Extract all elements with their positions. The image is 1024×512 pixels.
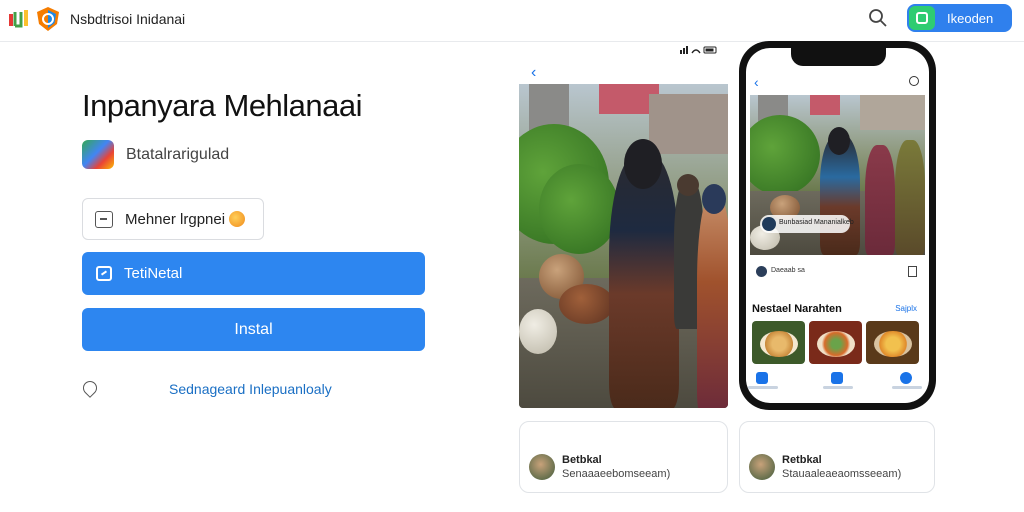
food-thumbnail[interactable] <box>752 321 805 364</box>
review-card-2[interactable]: Retbkal Stauaaleaeaomsseeam) <box>739 421 935 493</box>
search-icon[interactable] <box>868 8 888 28</box>
header-open-button[interactable]: Ikeoden <box>907 4 1012 32</box>
bottom-nav <box>746 368 929 396</box>
market-photo <box>519 84 728 408</box>
brand-logo-icon[interactable] <box>8 8 30 28</box>
app-launch-icon <box>909 6 935 30</box>
app-header: Nsbdtrisoi Inidanai Ikeoden <box>0 0 1024 42</box>
avatar <box>749 454 775 480</box>
section-title: Nestael Narahten <box>752 303 842 315</box>
review-author: Betbkal <box>562 454 602 466</box>
site-title[interactable]: Nsbdtrisoi Inidanai <box>70 11 185 27</box>
bookmark-icon[interactable] <box>908 266 917 277</box>
secondary-action-button[interactable]: Mehner lrgpnei <box>82 198 264 240</box>
phone-notch <box>791 48 886 66</box>
screenshot-1[interactable]: ‹ <box>519 42 728 408</box>
explore-icon[interactable] <box>831 372 843 384</box>
review-card-1[interactable]: Betbkal Senaaaeebomseeam) <box>519 421 728 493</box>
nav-label <box>892 386 922 389</box>
shield-icon <box>37 7 59 31</box>
author-avatar <box>762 217 776 231</box>
food-thumbnail[interactable] <box>809 321 862 364</box>
avatar <box>529 454 555 480</box>
market-photo: Bunbasiad Mananialkeb <box>750 95 925 255</box>
phone-screen: ‹ Bunbasiad Mananialkeb Daeaab sa Nestae… <box>746 48 929 403</box>
emoji-icon <box>229 211 245 227</box>
home-icon[interactable] <box>756 372 768 384</box>
review-author: Retbkal <box>782 454 822 466</box>
profile-icon[interactable] <box>900 372 912 384</box>
primary-action-button[interactable]: TetiNetal <box>82 252 425 295</box>
review-subtitle: Stauaaleaeaomsseeam) <box>782 468 902 480</box>
app-title: Inpanyara Mehlanaai <box>82 88 363 123</box>
nav-label <box>823 386 853 389</box>
phone-mockup[interactable]: ‹ Bunbasiad Mananialkeb Daeaab sa Nestae… <box>739 41 936 410</box>
minus-square-icon <box>95 211 113 228</box>
author-avatar <box>756 266 767 277</box>
primary-action-label: TetiNetal <box>124 265 183 282</box>
settings-icon[interactable] <box>909 76 919 86</box>
install-button-label: Instal <box>234 321 273 338</box>
see-all-link[interactable]: Sajplx <box>895 304 917 313</box>
secondary-action-label: Mehner lrgpnei <box>125 211 226 228</box>
back-chevron-icon[interactable]: ‹ <box>531 64 536 82</box>
food-thumbnail[interactable] <box>866 321 919 364</box>
developer-name[interactable]: Btatalrarigulad <box>126 146 229 164</box>
back-chevron-icon[interactable]: ‹ <box>754 74 759 90</box>
nav-label <box>748 386 778 389</box>
status-bar-icons <box>680 46 717 54</box>
post-info-row[interactable]: Daeaab sa <box>750 262 925 284</box>
review-subtitle: Senaaaeebomseeam) <box>562 468 671 480</box>
header-open-button-label: Ikeoden <box>947 11 994 26</box>
install-button[interactable]: Instal <box>82 308 425 351</box>
location-pin-icon <box>80 378 100 398</box>
info-link[interactable]: Sednageard Inlepuanloaly <box>169 381 332 397</box>
app-icon <box>82 140 114 169</box>
photo-caption-chip: Bunbasiad Mananialkeb <box>760 215 854 233</box>
edit-icon <box>96 266 112 281</box>
post-author: Daeaab sa <box>771 267 805 274</box>
photo-caption: Bunbasiad Mananialkeb <box>779 219 854 226</box>
